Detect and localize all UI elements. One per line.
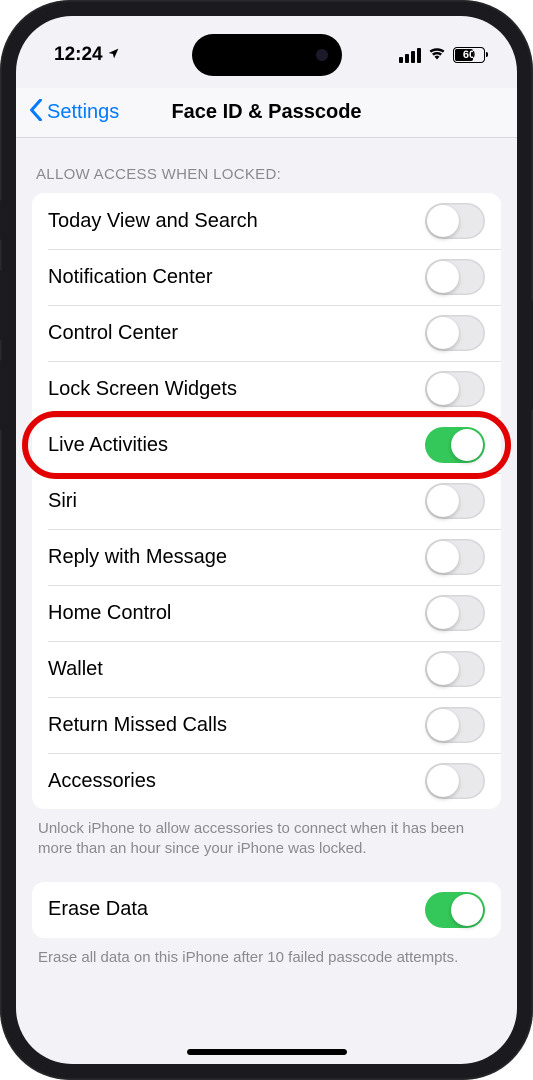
toggle-knob [427,261,459,293]
erase-data-footer: Erase all data on this iPhone after 10 f… [38,948,495,968]
status-time: 12:24 [54,44,103,66]
toggle-knob [427,765,459,797]
toggle-knob [427,317,459,349]
toggle-knob [427,653,459,685]
setting-row-reply-with-message: Reply with Message [32,529,501,585]
toggle-lock-screen-widgets[interactable] [425,371,485,407]
cellular-signal-icon [399,48,421,63]
toggle-wallet[interactable] [425,651,485,687]
row-label: Reply with Message [48,546,227,569]
status-right: 60 [399,44,485,66]
toggle-knob [451,429,483,461]
setting-row-today-view-and-search: Today View and Search [32,193,501,249]
toggle-return-missed-calls[interactable] [425,707,485,743]
setting-row-siri: Siri [32,473,501,529]
toggle-reply-with-message[interactable] [425,539,485,575]
toggle-knob [427,709,459,741]
toggle-knob [427,597,459,629]
setting-row-home-control: Home Control [32,585,501,641]
row-label: Home Control [48,602,171,625]
status-left: 12:24 [54,44,120,66]
setting-row-return-missed-calls: Return Missed Calls [32,697,501,753]
allow-access-group: Today View and Search Notification Center… [32,193,501,809]
location-icon [107,47,120,64]
wifi-icon [427,44,447,66]
setting-row-lock-screen-widgets: Lock Screen Widgets [32,361,501,417]
setting-row-notification-center: Notification Center [32,249,501,305]
toggle-accessories[interactable] [425,763,485,799]
phone-screen: 12:24 60 [16,16,517,1064]
phone-frame: 12:24 60 [0,0,533,1080]
toggle-knob [427,485,459,517]
toggle-live-activities[interactable] [425,427,485,463]
back-label: Settings [47,101,119,124]
toggle-erase-data[interactable] [425,892,485,928]
row-label: Control Center [48,322,178,345]
row-label: Live Activities [48,434,168,457]
home-indicator[interactable] [187,1049,347,1055]
page-title: Face ID & Passcode [171,101,361,124]
row-label: Accessories [48,770,156,793]
toggle-knob [451,894,483,926]
volume-down-button [0,360,2,430]
setting-row-live-activities: Live Activities [32,417,501,473]
toggle-notification-center[interactable] [425,259,485,295]
toggle-home-control[interactable] [425,595,485,631]
battery-icon: 60 [453,47,485,63]
chevron-left-icon [28,99,44,127]
row-label: Wallet [48,658,103,681]
erase-data-group: Erase Data [32,882,501,938]
row-label: Notification Center [48,266,213,289]
setting-row-erase-data: Erase Data [32,882,501,938]
setting-row-control-center: Control Center [32,305,501,361]
row-label: Lock Screen Widgets [48,378,237,401]
setting-row-wallet: Wallet [32,641,501,697]
toggle-today-view-and-search[interactable] [425,203,485,239]
section-header-allow-access: ALLOW ACCESS WHEN LOCKED: [36,166,497,183]
navigation-bar: Settings Face ID & Passcode [16,88,517,138]
row-label: Siri [48,490,77,513]
dynamic-island [192,34,342,76]
back-button[interactable]: Settings [28,99,119,127]
toggle-knob [427,541,459,573]
toggle-knob [427,205,459,237]
toggle-knob [427,373,459,405]
battery-level: 60 [454,49,484,62]
toggle-siri[interactable] [425,483,485,519]
ringer-switch [0,200,2,240]
row-label: Return Missed Calls [48,714,227,737]
volume-up-button [0,270,2,340]
setting-row-accessories: Accessories [32,753,501,809]
row-label: Today View and Search [48,210,258,233]
row-label: Erase Data [48,898,148,921]
toggle-control-center[interactable] [425,315,485,351]
settings-content[interactable]: ALLOW ACCESS WHEN LOCKED: Today View and… [16,138,517,1064]
allow-access-footer: Unlock iPhone to allow accessories to co… [38,819,495,860]
